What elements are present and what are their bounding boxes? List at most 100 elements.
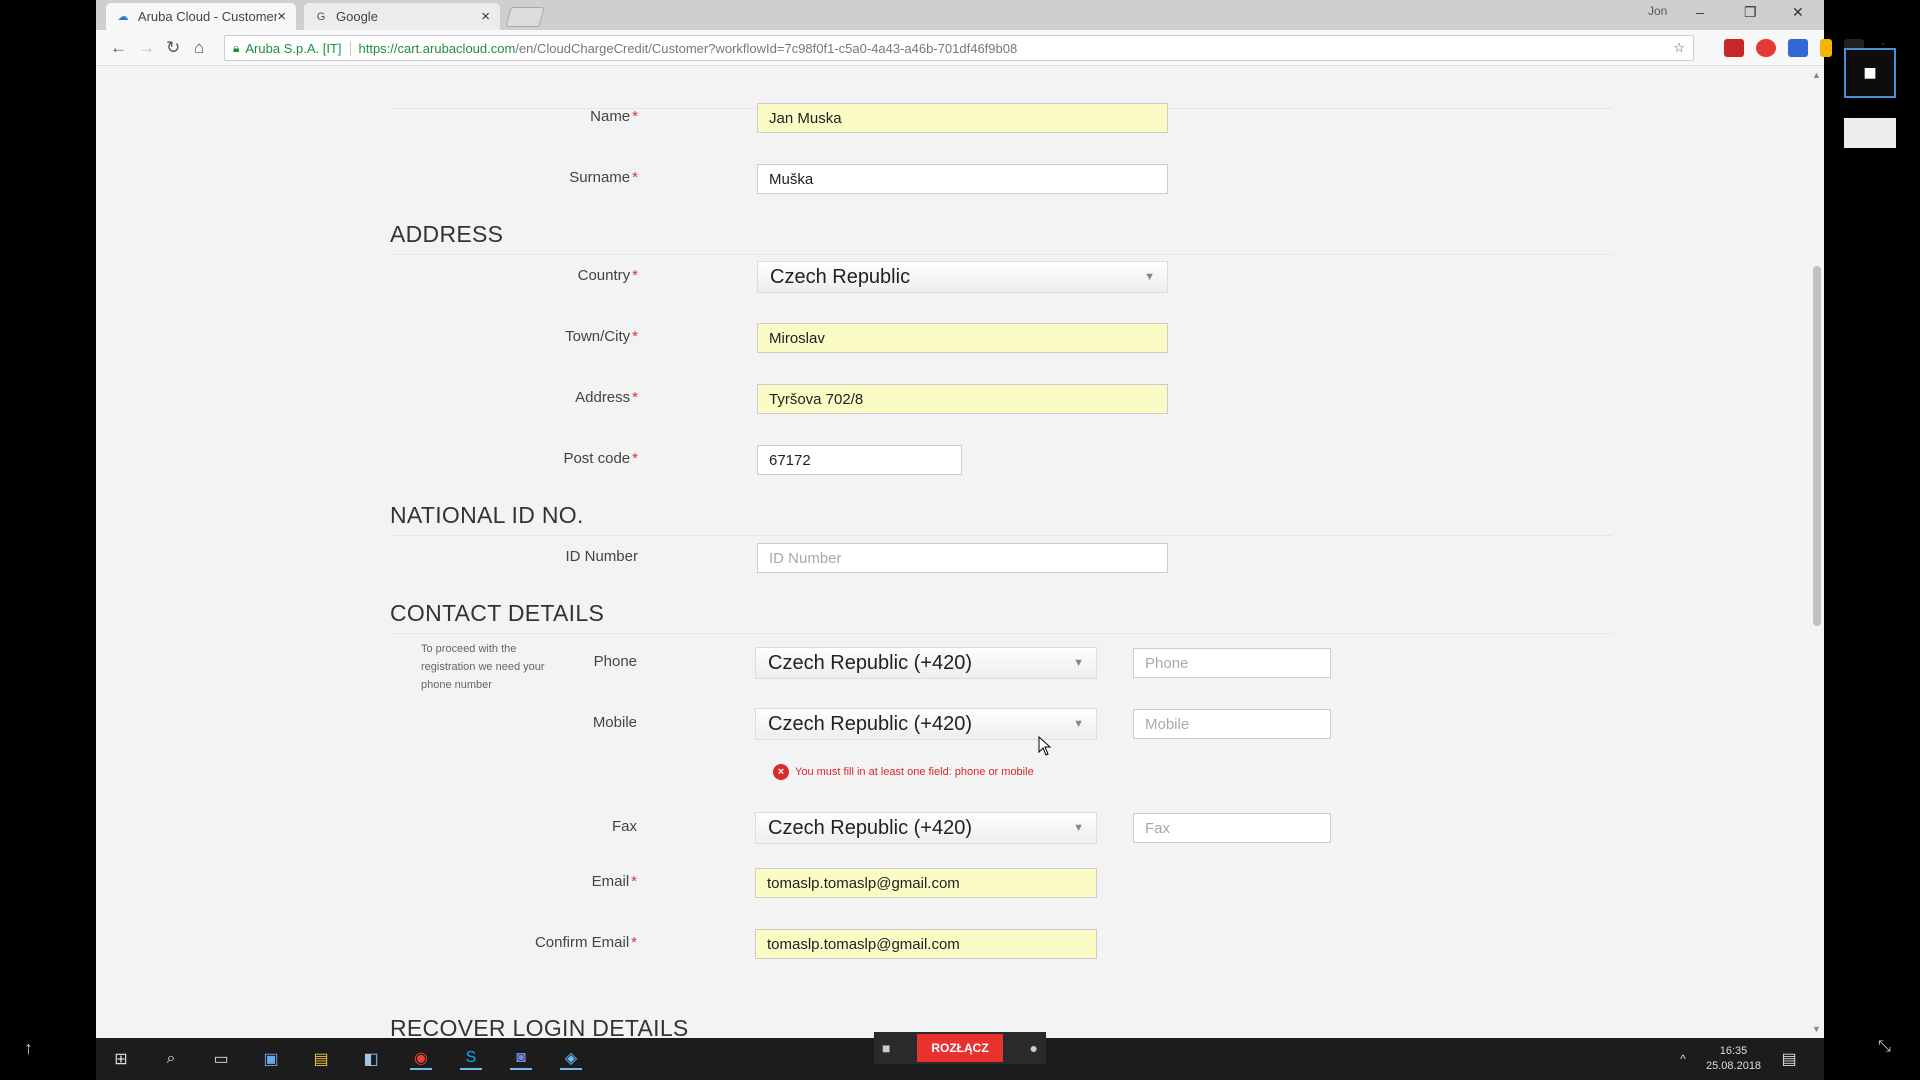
divider bbox=[392, 633, 1612, 634]
contact-section-title: CONTACT DETAILS bbox=[390, 600, 605, 626]
phone-country-value: Czech Republic (+420) bbox=[768, 651, 972, 674]
required-mark: * bbox=[632, 450, 638, 467]
cloud-icon: ☁ bbox=[117, 11, 129, 23]
country-select[interactable]: Czech Republic ▼ bbox=[757, 261, 1168, 293]
chevron-down-icon: ▼ bbox=[1073, 657, 1084, 669]
confirm-email-field[interactable]: tomaslp.tomaslp@gmail.com bbox=[755, 929, 1097, 959]
bookmark-star-icon[interactable]: ☆ bbox=[1673, 40, 1685, 56]
required-mark: * bbox=[632, 267, 638, 284]
national-id-section-title: NATIONAL ID NO. bbox=[390, 502, 584, 528]
extension-icon[interactable] bbox=[1820, 39, 1832, 57]
extension-icon[interactable] bbox=[1788, 39, 1808, 57]
chevron-down-icon: ▼ bbox=[1144, 271, 1155, 283]
chevron-up-icon[interactable]: ^ bbox=[1672, 1048, 1694, 1070]
label-text: Town/City bbox=[565, 328, 631, 345]
postcode-field[interactable]: 67172 bbox=[757, 445, 962, 475]
required-mark: * bbox=[632, 108, 638, 125]
label-text: Address bbox=[575, 389, 631, 406]
reload-icon[interactable]: ↻ bbox=[166, 38, 180, 58]
secure-origin-label: Aruba S.p.A. [IT] bbox=[245, 40, 351, 56]
microphone-icon[interactable]: ● bbox=[1030, 1040, 1038, 1056]
close-window-button[interactable]: ✕ bbox=[1792, 4, 1804, 21]
camera-icon[interactable]: ■ bbox=[1844, 48, 1896, 98]
scroll-up-icon[interactable]: ▲ bbox=[1812, 70, 1821, 80]
collapse-icon[interactable]: ⤡ bbox=[1878, 1038, 1891, 1056]
chevron-down-icon: ▼ bbox=[1073, 718, 1084, 730]
screen-thumbnail[interactable] bbox=[1844, 118, 1896, 148]
minimize-button[interactable]: – bbox=[1696, 4, 1704, 20]
town-label: Town/City * bbox=[438, 328, 638, 345]
label-text: Post code bbox=[563, 450, 631, 467]
fax-country-value: Czech Republic (+420) bbox=[768, 816, 972, 839]
extension-icon[interactable] bbox=[1724, 39, 1744, 57]
disconnect-button[interactable]: ROZŁĄCZ bbox=[917, 1034, 1003, 1062]
email-field[interactable]: tomaslp.tomaslp@gmail.com bbox=[755, 868, 1097, 898]
id-number-field[interactable]: ID Number bbox=[757, 543, 1168, 573]
google-icon: G bbox=[316, 10, 326, 23]
label-text: Confirm Email bbox=[534, 934, 630, 951]
town-field[interactable]: Miroslav bbox=[757, 323, 1168, 353]
surname-field[interactable]: Muška bbox=[757, 164, 1168, 194]
confirm-email-label: Confirm Email * bbox=[437, 934, 637, 951]
discord-icon[interactable]: ◙ bbox=[510, 1048, 532, 1070]
task-view-icon[interactable]: ▭ bbox=[210, 1048, 232, 1070]
scroll-down-icon[interactable]: ▼ bbox=[1812, 1024, 1821, 1034]
close-tab-icon[interactable]: × bbox=[481, 8, 490, 25]
chrome-icon[interactable]: ◉ bbox=[410, 1048, 432, 1070]
screen: ☁ Aruba Cloud - Customer × G Google × Jo… bbox=[0, 0, 1920, 1080]
fax-field[interactable]: Fax bbox=[1133, 813, 1331, 843]
postcode-label: Post code * bbox=[438, 450, 638, 467]
required-mark: * bbox=[632, 389, 638, 406]
lock-icon: 🔒︎ bbox=[233, 40, 240, 55]
divider bbox=[392, 535, 1612, 536]
page-scrollbar[interactable]: ▲ ▼ bbox=[1810, 66, 1824, 1038]
tab-google[interactable]: G Google × bbox=[304, 3, 500, 30]
home-icon[interactable]: ⌂ bbox=[194, 38, 204, 58]
clock-date: 25.08.2018 bbox=[1706, 1060, 1762, 1072]
video-camera-icon[interactable]: ■ bbox=[882, 1040, 890, 1056]
profile-label[interactable]: Jon bbox=[1648, 4, 1667, 18]
divider bbox=[392, 254, 1612, 255]
url-host: https://cart.arubacloud.com bbox=[358, 40, 516, 56]
required-mark: * bbox=[631, 873, 637, 890]
restore-button[interactable]: ❐ bbox=[1744, 4, 1757, 21]
label-text: Country bbox=[577, 267, 631, 284]
label-text: Surname bbox=[569, 169, 631, 186]
country-value: Czech Republic bbox=[770, 265, 911, 288]
required-mark: * bbox=[632, 169, 638, 186]
extension-icon[interactable] bbox=[1756, 39, 1776, 57]
scrollbar-thumb[interactable] bbox=[1813, 266, 1821, 626]
label-text: Name bbox=[590, 108, 631, 125]
error-text: You must fill in at least one field: pho… bbox=[795, 766, 1034, 778]
app-icon[interactable]: ◧ bbox=[360, 1048, 382, 1070]
tab-title: Google bbox=[336, 9, 378, 24]
name-field[interactable]: Jan Muska bbox=[757, 103, 1168, 133]
fax-country-select[interactable]: Czech Republic (+420) ▼ bbox=[755, 812, 1097, 844]
phone-country-select[interactable]: Czech Republic (+420) ▼ bbox=[755, 647, 1097, 679]
back-arrow-icon[interactable]: ← bbox=[110, 38, 127, 58]
search-icon[interactable]: ⌕ bbox=[160, 1048, 182, 1070]
forward-arrow-icon[interactable]: → bbox=[138, 38, 155, 58]
required-mark: * bbox=[631, 934, 637, 951]
mobile-label: Mobile bbox=[592, 714, 637, 731]
address-field[interactable]: Tyršova 702/8 bbox=[757, 384, 1168, 414]
file-explorer-icon[interactable]: ▤ bbox=[310, 1048, 332, 1070]
validation-error: × You must fill in at least one field: p… bbox=[773, 764, 1034, 780]
tab-aruba-cloud[interactable]: ☁ Aruba Cloud - Customer × bbox=[106, 3, 296, 30]
windows-start-icon[interactable]: ⊞ bbox=[110, 1048, 132, 1070]
phone-field[interactable]: Phone bbox=[1133, 648, 1331, 678]
up-arrow-icon[interactable]: ↑ bbox=[24, 1038, 33, 1059]
address-bar[interactable]: 🔒︎ Aruba S.p.A. [IT] https://cart.arubac… bbox=[224, 35, 1694, 61]
steam-icon[interactable]: ◈ bbox=[560, 1048, 582, 1070]
browser-window: ☁ Aruba Cloud - Customer × G Google × Jo… bbox=[96, 0, 1890, 1038]
close-tab-icon[interactable]: × bbox=[277, 8, 286, 25]
new-tab-button[interactable] bbox=[505, 7, 545, 27]
chevron-down-icon: ▼ bbox=[1073, 822, 1084, 834]
mobile-field[interactable]: Mobile bbox=[1133, 709, 1331, 739]
system-clock[interactable]: 16:35 25.08.2018 bbox=[1706, 1044, 1761, 1074]
id-number-label: ID Number bbox=[565, 548, 638, 565]
network-app-icon[interactable]: ▣ bbox=[260, 1048, 282, 1070]
notification-icon[interactable]: ▤ bbox=[1778, 1048, 1800, 1070]
skype-icon[interactable]: S bbox=[460, 1048, 482, 1070]
required-mark: * bbox=[632, 328, 638, 345]
